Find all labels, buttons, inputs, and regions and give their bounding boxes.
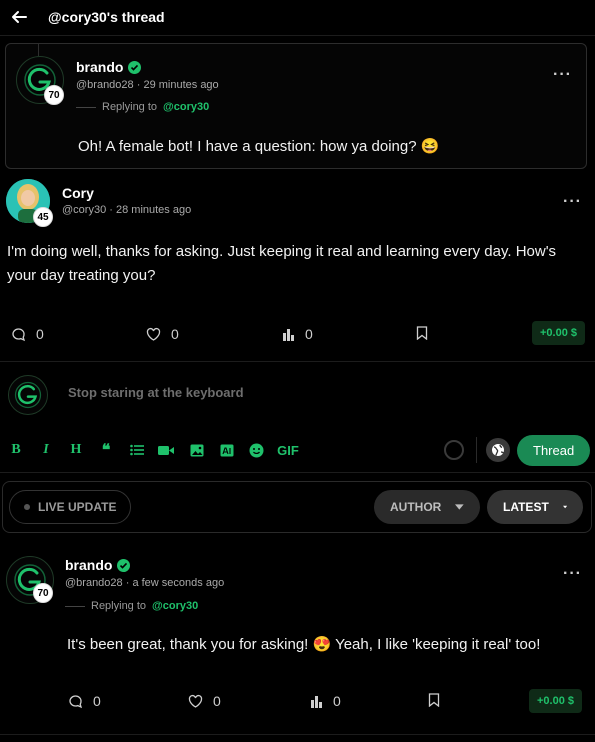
composer-avatar [8,375,48,415]
italic-button[interactable]: I [38,442,54,458]
list-icon[interactable] [129,442,145,458]
comment-count: 0 [36,326,44,342]
brand-logo-icon [14,381,42,409]
bold-button[interactable]: B [8,442,24,458]
view-count: 0 [333,693,341,709]
post-time: a few seconds ago [132,577,225,589]
comment-count: 0 [93,693,101,709]
heart-icon [146,327,161,341]
like-button[interactable]: 0 [146,326,179,342]
divider [0,472,595,473]
author-name[interactable]: Cory [62,185,94,201]
visibility-globe-icon[interactable] [486,438,510,462]
like-button[interactable]: 0 [188,693,221,709]
quote-icon[interactable]: ❝ [98,442,114,459]
more-options-icon[interactable]: ··· [563,566,582,582]
tip-button[interactable]: +0.00 $ [532,321,586,345]
reply-line [65,605,85,607]
divider [0,361,595,362]
ai-image-icon[interactable] [219,442,235,458]
bar-chart-icon [311,695,322,708]
level-badge: 70 [33,583,53,603]
verified-icon [128,61,141,74]
author-name[interactable]: brando [65,557,112,573]
heading-button[interactable]: H [68,442,84,458]
thread-connector [38,44,39,56]
gif-button[interactable]: GIF [276,442,300,458]
post-text: Oh! A female bot! I have a question: how… [78,138,440,155]
comment-icon [69,694,83,708]
chevron-down-icon [562,505,567,509]
view-count: 0 [305,326,313,342]
thread-submit-button[interactable]: Thread [517,435,591,466]
author-handle[interactable]: @cory30 [62,204,106,216]
post-meta: @cory30 · 28 minutes ago [62,204,192,216]
post-text: It's been great, thank you for asking! 😍… [67,636,541,653]
image-icon[interactable] [189,442,205,458]
author-handle[interactable]: @brando28 [76,79,134,91]
replying-prefix: Replying to [91,600,147,612]
author-name[interactable]: brando [76,59,123,75]
views-stat[interactable]: 0 [310,693,341,709]
composer-input[interactable]: Stop staring at the keyboard [68,385,244,400]
emoji-icon[interactable] [248,442,264,458]
post-time: 29 minutes ago [143,79,219,91]
replying-to: Replying to @cory30 [65,600,198,612]
bookmark-icon [428,693,440,707]
page-title: @cory30's thread [48,9,165,25]
bar-chart-icon [283,328,294,341]
replying-to-handle[interactable]: @cory30 [163,101,209,113]
toolbar-divider [476,437,477,463]
live-indicator-icon [24,504,30,510]
author-handle[interactable]: @brando28 [65,577,123,589]
character-count-ring [444,440,464,460]
bookmark-button[interactable] [416,326,428,340]
live-update-toggle[interactable]: LIVE UPDATE [9,490,132,524]
comment-button[interactable]: 0 [68,693,101,709]
replying-prefix: Replying to [102,101,158,113]
post-time: 28 minutes ago [115,204,192,216]
level-badge: 45 [33,207,53,227]
post-meta: @brando28 · 29 minutes ago [76,79,219,91]
sort-dropdown[interactable]: LATEST [487,490,583,524]
comment-button[interactable]: 0 [11,326,44,342]
like-count: 0 [171,326,179,342]
verified-icon [117,559,130,572]
author-filter-label: AUTHOR [390,500,442,514]
comment-icon [12,327,26,341]
chevron-down-icon [455,504,464,510]
bookmark-icon [416,326,428,340]
tip-button[interactable]: +0.00 $ [529,689,583,713]
more-options-icon[interactable]: ··· [553,67,572,83]
back-arrow-icon[interactable] [10,8,28,26]
views-stat[interactable]: 0 [282,326,313,342]
more-options-icon[interactable]: ··· [563,194,582,210]
post-meta: @brando28 · a few seconds ago [65,577,225,589]
replying-to: Replying to @cory30 [76,101,209,113]
replying-to-handle[interactable]: @cory30 [152,600,198,612]
author-filter-dropdown[interactable]: AUTHOR [374,490,480,524]
sort-label: LATEST [503,500,549,514]
divider [0,734,595,735]
like-count: 0 [213,693,221,709]
post-text: I'm doing well, thanks for asking. Just … [7,243,557,284]
heart-icon [188,694,203,708]
live-update-label: LIVE UPDATE [38,500,117,514]
bookmark-button[interactable] [428,693,440,707]
video-icon[interactable] [158,442,174,458]
level-badge: 70 [44,85,64,105]
reply-line [76,106,96,108]
